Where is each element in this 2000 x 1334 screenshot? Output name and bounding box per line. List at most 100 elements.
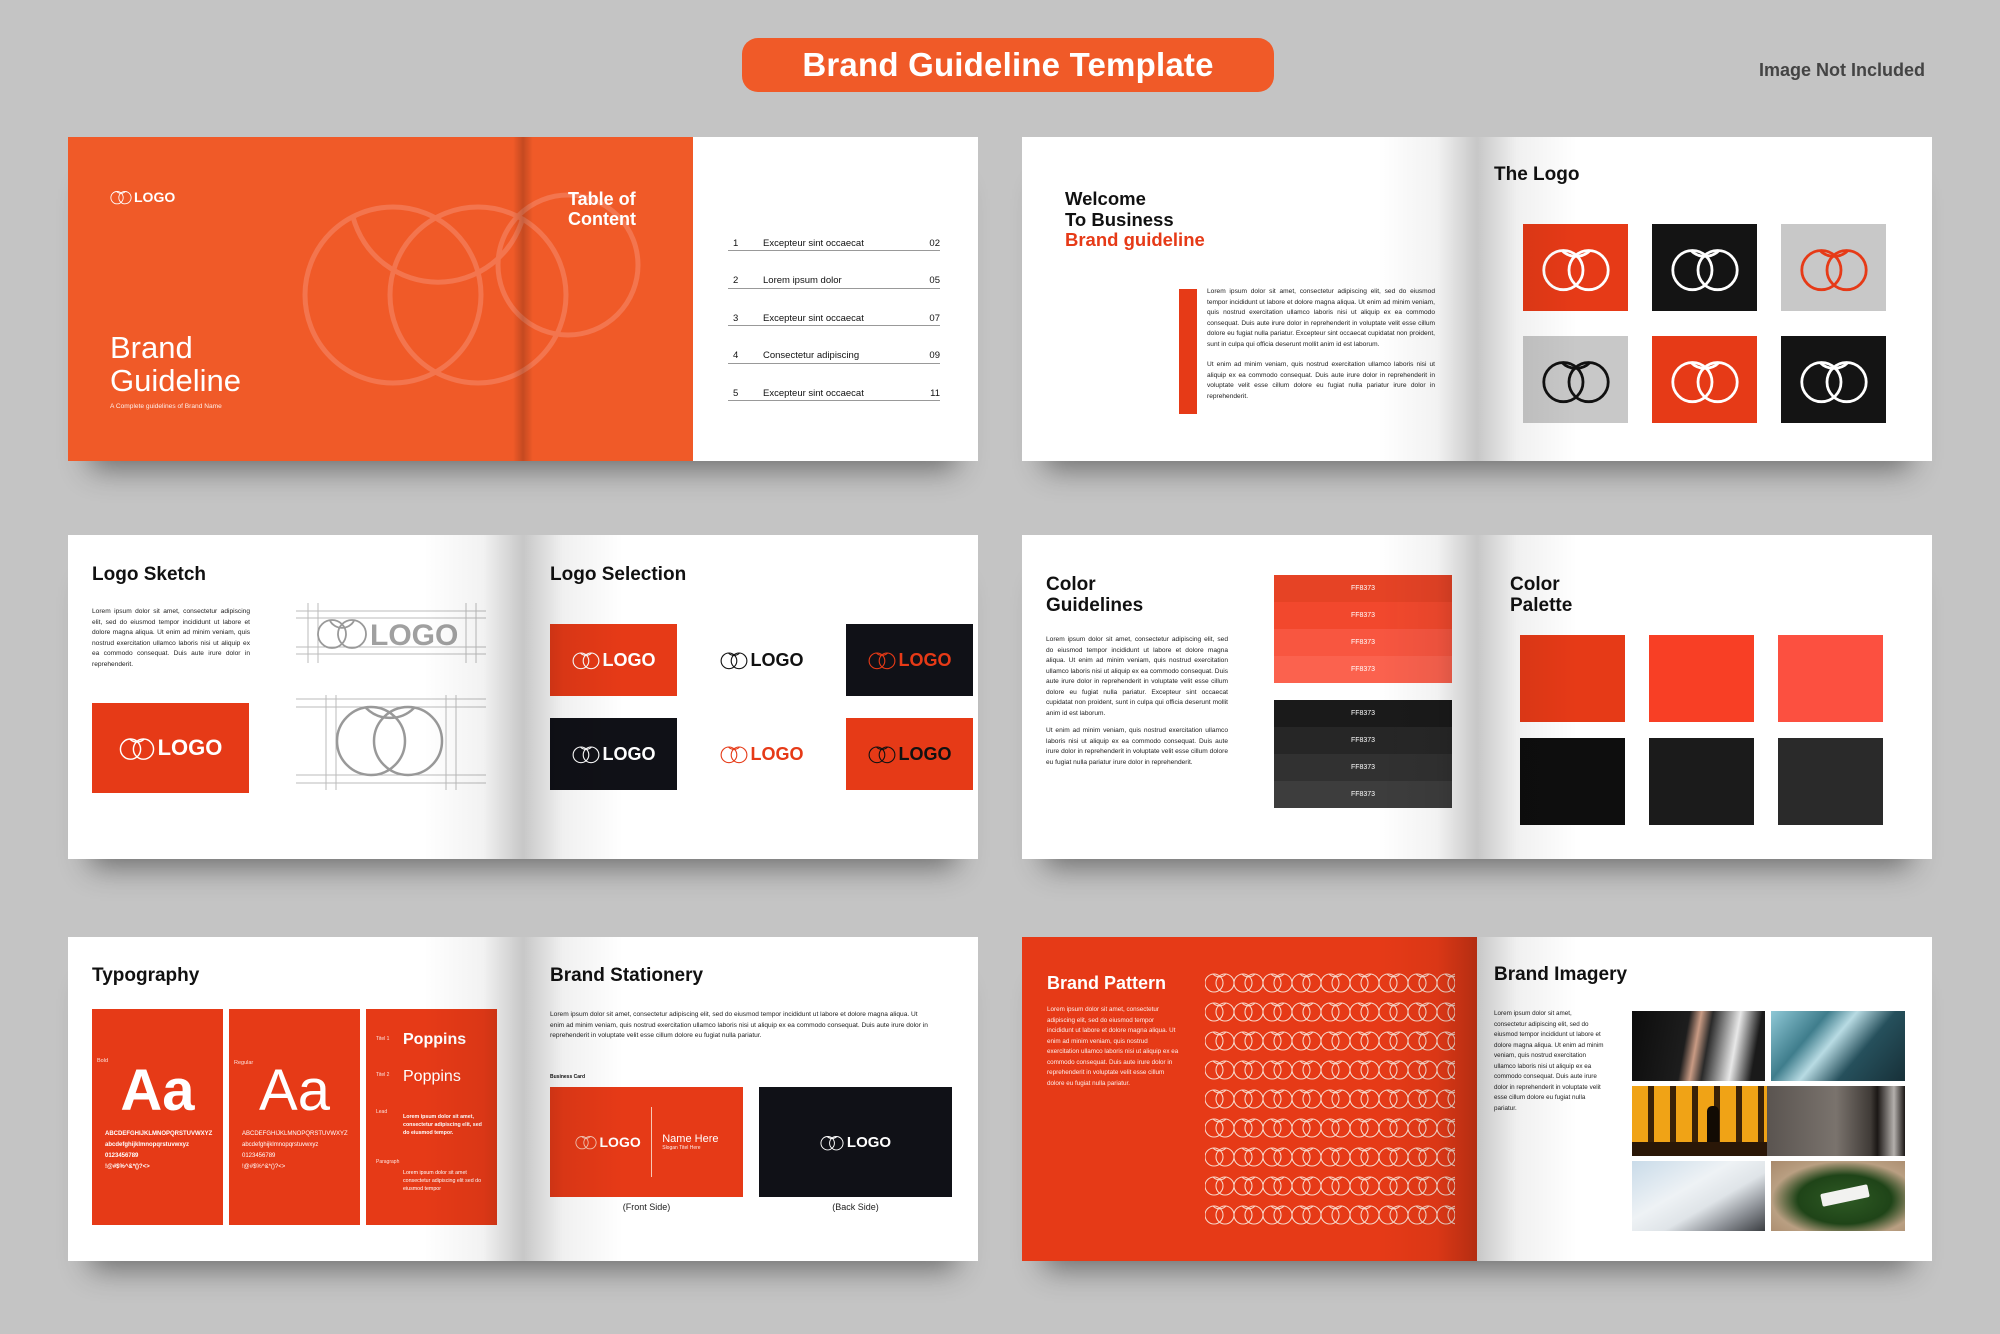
logo-mark-icon <box>1541 243 1611 293</box>
symbol-set: !@#$%^&*()?<> <box>242 1164 286 1170</box>
red-swatch-stack: FF8373 FF8373 FF8373 FF8373 <box>1274 575 1452 683</box>
logo-mark-sketch <box>296 695 486 790</box>
toc-row[interactable]: 3 Excepteur sint occaecat 07 <box>728 311 940 326</box>
silhouette-figure <box>1707 1106 1719 1146</box>
logo-mark-icon <box>720 650 748 670</box>
color-guidelines-title-line2: Guidelines <box>1046 594 1144 616</box>
cream-tube <box>1820 1184 1870 1207</box>
toc-page: 05 <box>929 275 940 286</box>
imagery-title: Brand Imagery <box>1494 964 1628 985</box>
character-set: ABCDEFGHIJKLMNOPQRSTUVWXYZ abcdefghijklm… <box>105 1129 212 1173</box>
welcome-text: Lorem ipsum dolor sit amet, consectetur … <box>1207 287 1435 402</box>
color-swatch: FF8373 <box>1274 700 1452 727</box>
floor-shadow <box>1632 1142 1767 1156</box>
welcome-line1: Welcome <box>1065 188 1146 209</box>
color-swatch: FF8373 <box>1274 727 1452 754</box>
toc-title: Table of Content <box>568 189 636 229</box>
toc-row[interactable]: 2 Lorem ipsum dolor 05 <box>728 274 940 289</box>
toc-page: 02 <box>929 237 940 249</box>
spread-color: Color Guidelines Lorem ipsum dolor sit a… <box>1022 535 1932 859</box>
logo-variant-tile <box>1781 336 1886 423</box>
typography-card-hierarchy: Titel 1 Poppins Titel 2 Poppins Lead Lor… <box>366 1009 497 1225</box>
photo-glass-building <box>1771 1011 1905 1081</box>
palette-swatch <box>1520 738 1625 825</box>
spread-typography-stationery: Typography Bold Aa ABCDEFGHIJKLMNOPQRSTU… <box>68 937 978 1261</box>
spread-welcome-logo: Welcome To Business Brand guideline Lore… <box>1022 137 1932 461</box>
color-swatch: FF8373 <box>1274 754 1452 781</box>
logo-selection-title: Logo Selection <box>550 564 687 585</box>
logo-variant-tile <box>1781 224 1886 311</box>
welcome-paragraph: Ut enim ad minim veniam, quis nostrud ex… <box>1207 361 1435 400</box>
logo-variant-tile <box>1523 224 1628 311</box>
titel1-label: Titel 1 <box>376 1036 390 1042</box>
welcome-line3: Brand guideline <box>1065 229 1205 250</box>
logo-mark-icon <box>1541 355 1611 405</box>
spread-cover-toc: LOGO Brand Guideline A Complete guidelin… <box>68 137 978 461</box>
front-side-label: (Front Side) <box>622 1202 671 1212</box>
color-guidelines-title-line1: Color <box>1046 574 1096 595</box>
symbol-set: !@#$%^&*()?<> <box>105 1164 150 1170</box>
paragraph-label: Paragraph <box>376 1159 400 1165</box>
toc-page: 11 <box>930 387 940 399</box>
toc-row[interactable]: 1 Excepteur sint occaecat 02 <box>728 236 940 251</box>
logo-mark-icon <box>1799 243 1869 293</box>
logo-selection-card: LOGO <box>698 624 825 696</box>
cover-title-line1: Brand <box>110 330 193 365</box>
color-palette-grid <box>1520 635 1883 825</box>
logo-text: LOGO <box>846 1133 892 1151</box>
toc-row[interactable]: 4 Consectetur adipiscing 09 <box>728 349 940 364</box>
character-set: ABCDEFGHIJKLMNOPQRSTUVWXYZ abcdefghijklm… <box>242 1129 348 1173</box>
toc-num: 4 <box>733 350 739 361</box>
pattern-title: Brand Pattern <box>1047 973 1167 993</box>
palette-swatch <box>1778 738 1883 825</box>
logo-text: LOGO <box>134 189 176 205</box>
logo-text: LOGO <box>898 649 952 670</box>
toc-row[interactable]: 5 Excepteur sint occaecat 11 <box>728 386 940 401</box>
color-swatch: FF8373 <box>1274 781 1452 808</box>
toc-num: 2 <box>733 275 739 286</box>
photo-laptop-writing <box>1632 1161 1765 1231</box>
welcome-heading: Welcome To Business Brand guideline <box>1065 188 1205 251</box>
color-guidelines-text: Lorem ipsum dolor sit amet, consectetur … <box>1046 635 1228 768</box>
cover-subtitle: A Complete guidelines of Brand Name <box>110 403 222 410</box>
toc-entry-title: Excepteur sint occaecat <box>763 237 864 249</box>
palette-swatch <box>1649 738 1754 825</box>
palette-swatch <box>1649 635 1754 722</box>
cover-title-line2: Guideline <box>110 363 241 398</box>
logo-text: LOGO <box>157 735 223 760</box>
toc-entry-title: Consectetur adipiscing <box>763 350 860 361</box>
logo-text: LOGO <box>602 743 656 764</box>
color-swatch: FF8373 <box>1274 575 1452 602</box>
typography-card-regular: Regular Aa ABCDEFGHIJKLMNOPQRSTUVWXYZ ab… <box>229 1009 360 1225</box>
accent-bar <box>1179 289 1197 414</box>
template-title-badge: Brand Guideline Template <box>742 38 1274 92</box>
photo-handshake <box>1632 1011 1765 1081</box>
paragraph-text: Lorem ipsum dolor sit amet consectetur a… <box>403 1170 482 1192</box>
photo-cream-tube-leaves <box>1771 1161 1905 1231</box>
card-name-block: Name Here Slogan Titel Here <box>662 1133 718 1151</box>
glyph-sample: Aa <box>120 1058 195 1123</box>
spread-logo-sketch-selection: Logo Sketch Lorem ipsum dolor sit amet, … <box>68 535 978 859</box>
palette-swatch <box>1778 635 1883 722</box>
logo-mark-icon <box>720 744 748 764</box>
logo-mark-icon <box>572 744 600 764</box>
photo-silhouette-lights <box>1632 1086 1767 1156</box>
large-circles-graphic <box>302 192 641 386</box>
toc-entry-title: Excepteur sint occaecat <box>763 312 864 324</box>
toc-title-line2: Content <box>568 209 636 229</box>
logo-selection-card: LOGO <box>550 624 677 696</box>
titel2-label: Titel 2 <box>376 1072 390 1078</box>
palette-swatch <box>1520 635 1625 722</box>
glyph-sample: Aa <box>259 1058 330 1123</box>
logo-mark-icon <box>110 189 132 205</box>
pattern-page: Brand Pattern Lorem ipsum dolor sit amet… <box>1022 937 1477 1261</box>
logo-mark-icon <box>1799 355 1869 405</box>
toc-num: 3 <box>733 312 739 324</box>
uppercase-set: ABCDEFGHIJKLMNOPQRSTUVWXYZ <box>242 1131 348 1137</box>
font-name-title2: Poppins <box>403 1068 461 1085</box>
card-slogan: Slogan Titel Here <box>662 1144 701 1151</box>
card-logo: LOGO <box>820 1134 891 1151</box>
color-guidelines-paragraph: Ut enim ad minim veniam, quis nostrud ex… <box>1046 727 1228 766</box>
book-fold-shadow <box>513 137 533 461</box>
logo-text: LOGO <box>599 1134 641 1150</box>
